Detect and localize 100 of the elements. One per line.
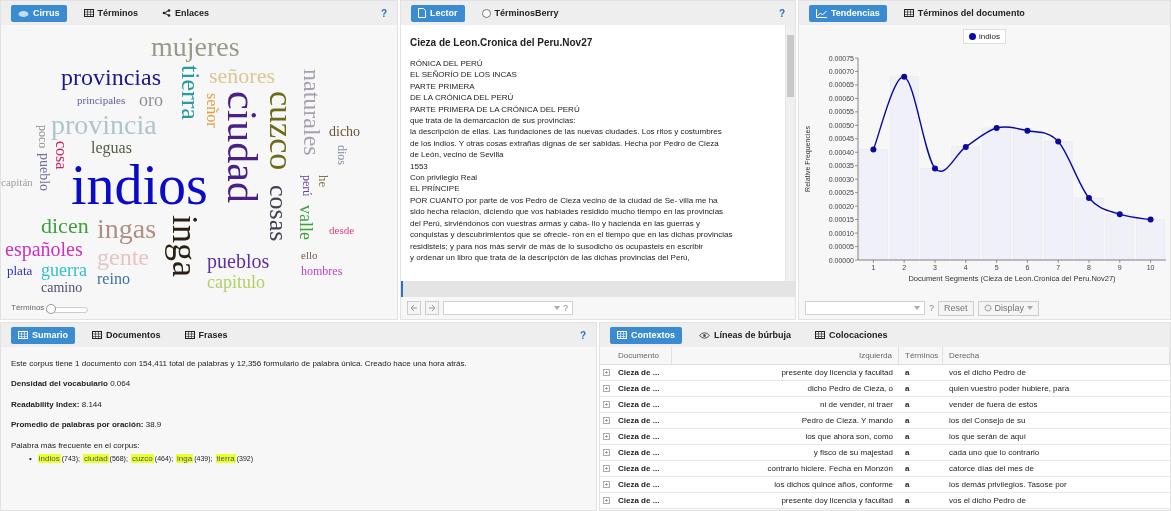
expand-icon[interactable]: [602, 497, 610, 504]
cloud-word[interactable]: dicho: [329, 125, 361, 139]
frequent-word[interactable]: inga: [176, 453, 194, 463]
cloud-word[interactable]: desde: [329, 225, 355, 236]
column-header[interactable]: Términos: [899, 347, 943, 365]
cloud-word[interactable]: he: [317, 175, 330, 188]
cloud-word[interactable]: principales: [77, 95, 126, 106]
search-field[interactable]: ?: [443, 301, 573, 315]
stat-value: 8.144: [81, 399, 102, 409]
cloud-word[interactable]: hombres: [301, 265, 343, 277]
frequent-word[interactable]: indios: [37, 453, 61, 463]
cloud-word[interactable]: inga: [167, 215, 203, 277]
help-icon[interactable]: ?: [778, 7, 785, 19]
slider-thumb[interactable]: [46, 304, 57, 314]
text-line: EL PRÍNCIPE: [410, 183, 461, 195]
expand-icon[interactable]: [602, 433, 610, 440]
cloud-word[interactable]: indios: [71, 157, 208, 213]
tab[interactable]: Enlaces: [155, 4, 217, 22]
cloud-word[interactable]: cosas: [265, 185, 291, 242]
data-point[interactable]: [869, 146, 876, 153]
table-cell: a: [899, 381, 943, 397]
cloud-word[interactable]: plata: [7, 264, 33, 277]
terms-slider[interactable]: [46, 307, 89, 313]
chart-legend[interactable]: indios: [963, 29, 1006, 44]
cloud-word[interactable]: provincias: [61, 65, 161, 89]
cloud-word[interactable]: mujeres: [151, 33, 240, 61]
table-icon: [83, 9, 94, 17]
display-button[interactable]: Display: [977, 300, 1040, 316]
cloud-word[interactable]: dicen: [41, 215, 89, 237]
table-icon: [815, 331, 826, 339]
back-button[interactable]: [407, 301, 421, 315]
table-cell: a: [899, 493, 943, 509]
data-point[interactable]: [900, 73, 907, 80]
cloud-word[interactable]: ello: [301, 250, 318, 261]
expand-icon[interactable]: [602, 369, 610, 376]
reset-button[interactable]: Reset: [938, 300, 974, 316]
data-point[interactable]: [1147, 216, 1154, 223]
frequent-word[interactable]: ciudad: [83, 453, 109, 463]
slider-label: Términos: [11, 302, 45, 312]
cloud-word[interactable]: camino: [41, 281, 83, 295]
cloud-word[interactable]: dios: [336, 145, 348, 165]
expand-icon[interactable]: [602, 385, 610, 392]
cloud-word[interactable]: ciudad: [221, 91, 263, 203]
cloud-word[interactable]: pueblo: [37, 153, 51, 192]
search-field[interactable]: [805, 301, 925, 315]
data-point[interactable]: [962, 143, 969, 150]
tab[interactable]: Lector: [411, 4, 465, 22]
cloud-word[interactable]: ingas: [97, 215, 157, 243]
cloud-word[interactable]: poco: [37, 125, 49, 149]
data-point[interactable]: [931, 165, 938, 172]
tab[interactable]: Documentos: [85, 326, 168, 344]
cloud-word[interactable]: cosa: [53, 141, 69, 170]
expand-icon[interactable]: [602, 449, 610, 456]
back-arrow-icon: [410, 304, 418, 312]
data-point[interactable]: [1116, 211, 1123, 218]
column-header[interactable]: Documento: [612, 347, 672, 365]
cloud-word[interactable]: perú: [301, 175, 313, 197]
help-icon[interactable]: ?: [380, 7, 387, 19]
column-header[interactable]: Derecha: [943, 347, 1170, 365]
help-icon[interactable]: ?: [929, 303, 934, 313]
column-header[interactable]: Izquierda: [672, 347, 899, 365]
cloud-word[interactable]: cuzco: [264, 91, 298, 171]
tab[interactable]: Líneas de búrbuja: [692, 326, 799, 344]
expand-icon[interactable]: [602, 401, 610, 408]
tab[interactable]: Términos del documento: [896, 4, 1032, 22]
tab[interactable]: Cirrus: [11, 4, 67, 22]
table-icon: [92, 331, 102, 339]
tab[interactable]: Contextos: [610, 326, 682, 344]
cloud-word[interactable]: valle: [297, 205, 315, 240]
data-point[interactable]: [1054, 138, 1061, 145]
help-icon[interactable]: ?: [579, 329, 586, 341]
cloud-word[interactable]: reino: [97, 271, 130, 287]
expand-icon[interactable]: [602, 465, 610, 472]
cloud-word[interactable]: leguas: [91, 140, 132, 156]
tab[interactable]: Términos: [76, 4, 146, 22]
tab[interactable]: Tendencias: [809, 4, 887, 22]
table-cell: presente doy licencia y facultad: [672, 493, 899, 509]
scrollbar[interactable]: [785, 25, 795, 281]
cloud-word[interactable]: tierra: [177, 65, 203, 120]
data-point[interactable]: [1023, 127, 1030, 134]
bar: [1074, 197, 1103, 261]
data-point[interactable]: [1085, 195, 1092, 202]
table-cell: Cieza de ...: [612, 461, 672, 477]
cloud-word[interactable]: oro: [139, 91, 163, 109]
tab[interactable]: Colocaciones: [808, 326, 895, 344]
table-cell: a: [899, 445, 943, 461]
eye-icon: [699, 331, 710, 339]
cloud-word[interactable]: pueblos: [207, 251, 270, 271]
expand-icon[interactable]: [602, 417, 610, 424]
frequent-word[interactable]: cuzco: [130, 453, 154, 463]
table-cell: Cieza de ...: [612, 477, 672, 493]
cloud-word[interactable]: españoles: [5, 239, 83, 259]
expand-icon[interactable]: [602, 481, 610, 488]
cloud-word[interactable]: capitán: [1, 177, 33, 188]
tab[interactable]: TérminosBerry: [474, 4, 566, 22]
tab[interactable]: Sumario: [11, 326, 75, 344]
tab[interactable]: Frases: [177, 326, 235, 344]
frequent-word[interactable]: tierra: [215, 453, 236, 463]
forward-button[interactable]: [425, 301, 439, 315]
data-point[interactable]: [993, 125, 1000, 132]
